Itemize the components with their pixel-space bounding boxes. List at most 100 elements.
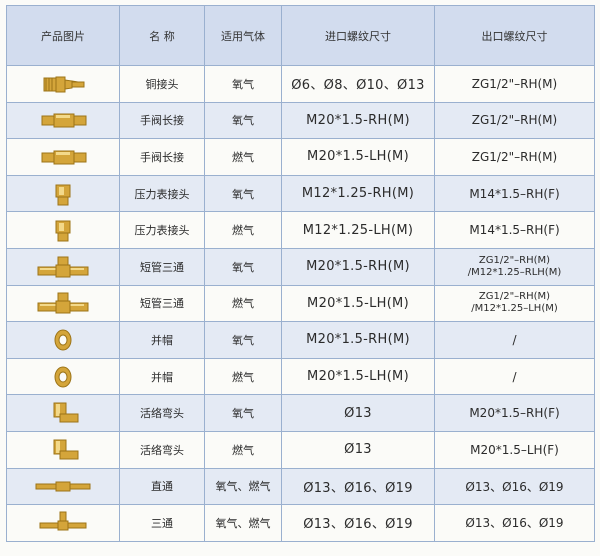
brass-gauge-connector-icon <box>8 179 119 209</box>
gas-type-cell: 燃气 <box>204 211 282 249</box>
inlet-thread-cell: M20*1.5-LH(M) <box>281 357 435 396</box>
inlet-thread-cell: M20*1.5-LH(M) <box>281 138 435 176</box>
header-gas: 适用气体 <box>204 5 282 66</box>
product-name-cell: 压力表接头 <box>119 174 205 213</box>
brass-short-tee-icon <box>8 252 119 282</box>
outlet-thread-line: Ø13、Ø16、Ø19 <box>465 516 564 531</box>
outlet-thread-line: M14*1.5–RH(F) <box>469 223 560 238</box>
product-name-cell: 活络弯头 <box>119 394 205 432</box>
brass-valve-extension-icon <box>8 142 119 172</box>
table-row: 手阀长接 燃气 M20*1.5-LH(M) ZG1/2"–RH(M) <box>6 138 595 176</box>
outlet-thread-line: M14*1.5–RH(F) <box>469 186 560 201</box>
table-row: 压力表接头 氧气 M12*1.25-RH(M) M14*1.5–RH(F) <box>6 174 595 213</box>
inlet-thread-cell: M20*1.5-RH(M) <box>281 321 435 359</box>
gas-type-cell: 氧气 <box>204 101 282 140</box>
brass-straight-connector-icon <box>8 471 119 501</box>
table-row: 压力表接头 燃气 M12*1.25-LH(M) M14*1.5–RH(F) <box>6 211 595 249</box>
inlet-thread-cell: M20*1.5-RH(M) <box>281 247 435 286</box>
outlet-thread-line: ZG1/2"–RH(M) <box>478 254 551 266</box>
inlet-thread-cell: Ø13 <box>281 394 435 432</box>
table-row: 三通 氧气、燃气 Ø13、Ø16、Ø19 Ø13、Ø16、Ø19 <box>6 504 595 542</box>
fittings-spec-table: 产品图片 名 称 适用气体 进口螺纹尺寸 出口螺纹尺寸 铜接头 氧气 Ø6、Ø8、Ø… <box>6 5 595 542</box>
table-row: 手阀长接 氧气 M20*1.5-RH(M) ZG1/2"–RH(M) <box>6 101 595 140</box>
outlet-thread-cell: / <box>434 321 595 359</box>
outlet-thread-cell: Ø13、Ø16、Ø19 <box>434 504 595 542</box>
table-row: 活络弯头 燃气 Ø13 M20*1.5–LH(F) <box>6 430 595 469</box>
outlet-thread-cell: M20*1.5–LH(F) <box>434 430 595 469</box>
outlet-thread-line: /M12*1.25–LH(M) <box>471 303 558 315</box>
spec-sheet: 产品图片 名 称 适用气体 进口螺纹尺寸 出口螺纹尺寸 铜接头 氧气 Ø6、Ø8、Ø… <box>0 0 600 556</box>
outlet-thread-line: ZG1/2"–RH(M) <box>471 149 558 164</box>
table-row: 短管三通 氧气 M20*1.5-RH(M) ZG1/2"–RH(M)/M12*1.25… <box>6 247 595 286</box>
outlet-thread-line: / <box>512 369 517 384</box>
outlet-thread-cell: M14*1.5–RH(F) <box>434 174 595 213</box>
outlet-thread-line: Ø13、Ø16、Ø19 <box>465 479 564 494</box>
gas-type-cell: 氧气、燃气 <box>204 467 282 506</box>
gas-type-cell: 燃气 <box>204 284 282 323</box>
header-photo: 产品图片 <box>6 5 120 66</box>
outlet-thread-cell: ZG1/2"–RH(M)/M12*1.25–LH(M) <box>434 284 595 323</box>
product-name-cell: 短管三通 <box>119 247 205 286</box>
table-row: 铜接头 氧气 Ø6、Ø8、Ø10、Ø13 ZG1/2"–RH(M) <box>6 65 595 103</box>
brass-swivel-elbow-icon <box>8 398 119 428</box>
outlet-thread-line: ZG1/2"–RH(M) <box>471 113 558 128</box>
product-name-cell: 压力表接头 <box>119 211 205 249</box>
product-photo-cell <box>6 284 120 323</box>
outlet-thread-line: /M12*1.25–RLH(M) <box>467 266 562 278</box>
brass-nut-icon <box>8 325 119 355</box>
brass-gauge-connector-icon <box>8 215 119 245</box>
inlet-thread-cell: Ø13、Ø16、Ø19 <box>281 467 435 506</box>
outlet-thread-line: M20*1.5–LH(F) <box>470 442 559 457</box>
outlet-thread-cell: Ø13、Ø16、Ø19 <box>434 467 595 506</box>
gas-type-cell: 氧气、燃气 <box>204 504 282 542</box>
product-photo-cell <box>6 430 120 469</box>
outlet-thread-cell: M14*1.5–RH(F) <box>434 211 595 249</box>
outlet-thread-cell: ZG1/2"–RH(M)/M12*1.25–RLH(M) <box>434 247 595 286</box>
product-name-cell: 并帽 <box>119 321 205 359</box>
product-name-cell: 三通 <box>119 504 205 542</box>
product-photo-cell <box>6 394 120 432</box>
brass-swivel-elbow-icon <box>8 435 119 465</box>
brass-hose-barb-fitting-icon <box>8 69 119 99</box>
product-name-cell: 铜接头 <box>119 65 205 103</box>
gas-type-cell: 氧气 <box>204 394 282 432</box>
inlet-thread-cell: M20*1.5-LH(M) <box>281 284 435 323</box>
gas-type-cell: 燃气 <box>204 138 282 176</box>
header-outlet: 出口螺纹尺寸 <box>434 5 595 66</box>
inlet-thread-cell: M12*1.25-LH(M) <box>281 211 435 249</box>
brass-short-tee-icon <box>8 288 119 318</box>
gas-type-cell: 氧气 <box>204 65 282 103</box>
outlet-thread-cell: ZG1/2"–RH(M) <box>434 101 595 140</box>
gas-type-cell: 氧气 <box>204 174 282 213</box>
outlet-thread-cell: ZG1/2"–RH(M) <box>434 65 595 103</box>
table-row: 活络弯头 氧气 Ø13 M20*1.5–RH(F) <box>6 394 595 432</box>
table-header-row: 产品图片 名 称 适用气体 进口螺纹尺寸 出口螺纹尺寸 <box>6 5 595 66</box>
brass-tee-connector-icon <box>8 508 119 538</box>
product-photo-cell <box>6 101 120 140</box>
outlet-thread-line: ZG1/2"–RH(M) <box>478 291 551 303</box>
outlet-thread-line: ZG1/2"–RH(M) <box>471 76 558 91</box>
inlet-thread-cell: Ø13、Ø16、Ø19 <box>281 504 435 542</box>
product-photo-cell <box>6 138 120 176</box>
product-photo-cell <box>6 504 120 542</box>
inlet-thread-cell: M20*1.5-RH(M) <box>281 101 435 140</box>
gas-type-cell: 燃气 <box>204 430 282 469</box>
table-row: 并帽 氧气 M20*1.5-RH(M) / <box>6 321 595 359</box>
inlet-thread-cell: M12*1.25-RH(M) <box>281 174 435 213</box>
table-row: 直通 氧气、燃气 Ø13、Ø16、Ø19 Ø13、Ø16、Ø19 <box>6 467 595 506</box>
gas-type-cell: 燃气 <box>204 357 282 396</box>
table-row: 并帽 燃气 M20*1.5-LH(M) / <box>6 357 595 396</box>
outlet-thread-cell: M20*1.5–RH(F) <box>434 394 595 432</box>
outlet-thread-cell: ZG1/2"–RH(M) <box>434 138 595 176</box>
brass-valve-extension-icon <box>8 105 119 135</box>
gas-type-cell: 氧气 <box>204 321 282 359</box>
product-photo-cell <box>6 467 120 506</box>
product-photo-cell <box>6 357 120 396</box>
inlet-thread-cell: Ø13 <box>281 430 435 469</box>
product-name-cell: 活络弯头 <box>119 430 205 469</box>
product-name-cell: 直通 <box>119 467 205 506</box>
product-photo-cell <box>6 321 120 359</box>
product-name-cell: 手阀长接 <box>119 101 205 140</box>
product-photo-cell <box>6 247 120 286</box>
product-photo-cell <box>6 65 120 103</box>
